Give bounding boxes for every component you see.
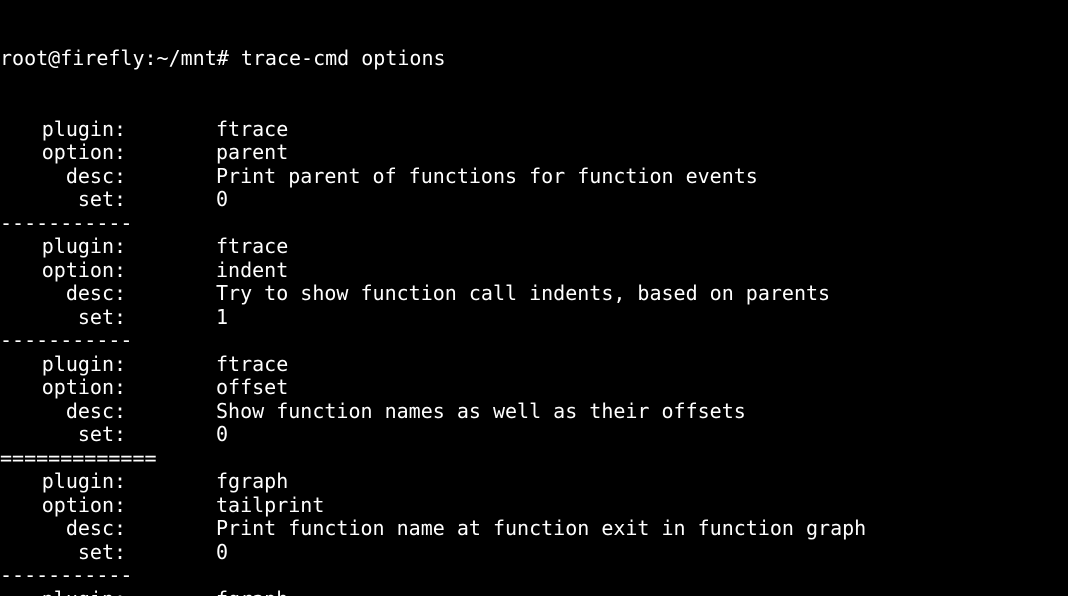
option-value: offset: [216, 376, 288, 400]
option-label: option: [0, 141, 114, 165]
desc-label: desc: [0, 165, 114, 189]
plugin-label: plugin: [0, 235, 114, 259]
separator-minor: -----------: [0, 564, 1068, 588]
prompt: root@firefly:~/mnt#: [0, 46, 241, 70]
option-value: tailprint: [216, 494, 324, 518]
kv-row: plugin:fgraph: [0, 470, 1068, 494]
desc-label: desc: [0, 517, 114, 541]
separator-major: =============: [0, 447, 1068, 471]
set-label: set: [0, 423, 114, 447]
kv-row: set:1: [0, 306, 1068, 330]
kv-row: option:tailprint: [0, 494, 1068, 518]
set-label: set: [0, 188, 114, 212]
kv-row: option:parent: [0, 141, 1068, 165]
plugin-value: fgraph: [216, 470, 288, 494]
kv-row: desc:Try to show function call indents, …: [0, 282, 1068, 306]
command-line: root@firefly:~/mnt# trace-cmd options: [0, 47, 1068, 71]
kv-row: set:0: [0, 541, 1068, 565]
kv-row: plugin:ftrace: [0, 353, 1068, 377]
command: trace-cmd options: [241, 46, 446, 70]
separator-minor: -----------: [0, 212, 1068, 236]
option-label: option: [0, 494, 114, 518]
desc-value: Try to show function call indents, based…: [216, 282, 830, 306]
desc-value: Print function name at function exit in …: [216, 517, 866, 541]
plugin-value: ftrace: [216, 118, 288, 142]
kv-row: plugin:ftrace: [0, 235, 1068, 259]
desc-label: desc: [0, 400, 114, 424]
plugin-label: plugin: [0, 353, 114, 377]
set-label: set: [0, 306, 114, 330]
kv-row: plugin:fgraph: [0, 588, 1068, 596]
option-label: option: [0, 376, 114, 400]
output-area: plugin:ftraceoption:parentdesc:Print par…: [0, 118, 1068, 596]
plugin-label: plugin: [0, 588, 114, 596]
kv-row: plugin:ftrace: [0, 118, 1068, 142]
set-value: 0: [216, 541, 228, 565]
desc-label: desc: [0, 282, 114, 306]
option-value: indent: [216, 259, 288, 283]
kv-row: set:0: [0, 423, 1068, 447]
set-value: 1: [216, 306, 228, 330]
plugin-value: ftrace: [216, 235, 288, 259]
set-value: 0: [216, 188, 228, 212]
option-value: parent: [216, 141, 288, 165]
set-label: set: [0, 541, 114, 565]
desc-value: Print parent of functions for function e…: [216, 165, 758, 189]
set-value: 0: [216, 423, 228, 447]
option-label: option: [0, 259, 114, 283]
desc-value: Show function names as well as their off…: [216, 400, 746, 424]
plugin-value: ftrace: [216, 353, 288, 377]
kv-row: desc:Print parent of functions for funct…: [0, 165, 1068, 189]
kv-row: set:0: [0, 188, 1068, 212]
kv-row: option:indent: [0, 259, 1068, 283]
separator-minor: -----------: [0, 329, 1068, 353]
plugin-value: fgraph: [216, 588, 288, 596]
terminal[interactable]: root@firefly:~/mnt# trace-cmd options pl…: [0, 0, 1068, 596]
kv-row: desc:Show function names as well as thei…: [0, 400, 1068, 424]
plugin-label: plugin: [0, 470, 114, 494]
kv-row: desc:Print function name at function exi…: [0, 517, 1068, 541]
plugin-label: plugin: [0, 118, 114, 142]
kv-row: option:offset: [0, 376, 1068, 400]
